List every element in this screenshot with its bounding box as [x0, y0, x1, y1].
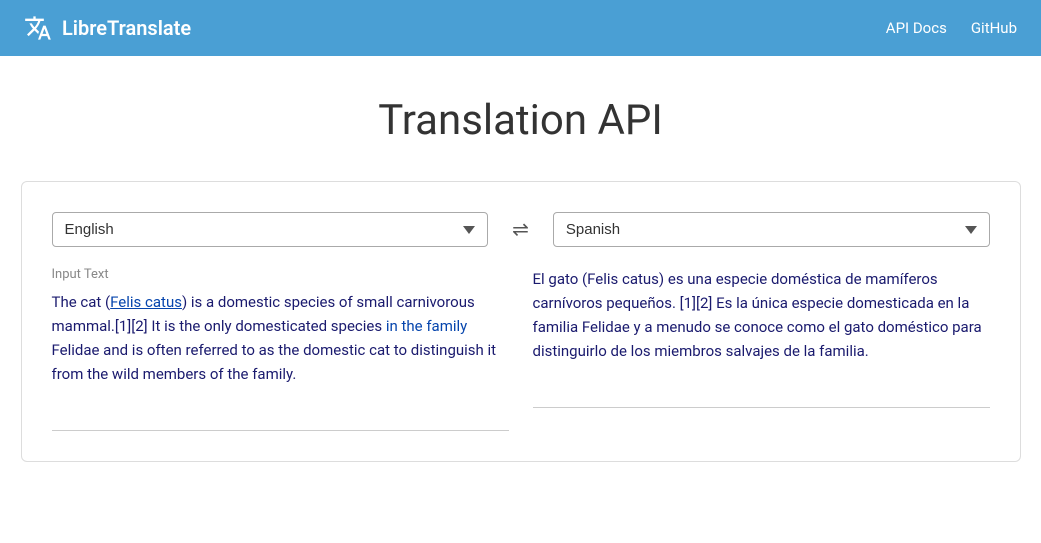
- target-lang-select[interactable]: Spanish English French German Italian Po…: [553, 212, 990, 247]
- swap-icon: ⇌: [512, 219, 529, 241]
- api-docs-link[interactable]: API Docs: [886, 19, 947, 37]
- app-header: LibreTranslate API Docs GitHub: [0, 0, 1041, 56]
- panels-row: Input Text The cat (Felis catus) is a do…: [52, 267, 990, 431]
- in-family-span: in the family: [386, 317, 467, 335]
- source-lang-select[interactable]: English Spanish French German Italian Po…: [52, 212, 489, 247]
- language-selector-row: English Spanish French German Italian Po…: [52, 212, 990, 247]
- target-panel: El gato (Felis catus) es una especie dom…: [533, 267, 990, 431]
- main-content: Translation API English Spanish French G…: [0, 56, 1041, 522]
- translate-icon: [24, 14, 52, 42]
- source-divider: [52, 430, 509, 431]
- source-lang-wrap: English Spanish French German Italian Po…: [52, 212, 489, 247]
- page-title: Translation API: [378, 96, 663, 145]
- target-divider: [533, 407, 990, 408]
- felis-catus-link[interactable]: Felis catus: [110, 293, 182, 311]
- brand-name: LibreTranslate: [62, 16, 191, 40]
- brand: LibreTranslate: [24, 14, 191, 42]
- swap-languages-button[interactable]: ⇌: [504, 213, 537, 246]
- input-label: Input Text: [52, 267, 509, 282]
- translated-text: El gato (Felis catus) es una especie dom…: [533, 267, 990, 387]
- github-link[interactable]: GitHub: [971, 19, 1017, 37]
- target-lang-wrap: Spanish English French German Italian Po…: [553, 212, 990, 247]
- header-nav: API Docs GitHub: [886, 19, 1017, 37]
- source-text[interactable]: The cat (Felis catus) is a domestic spec…: [52, 290, 509, 410]
- source-panel: Input Text The cat (Felis catus) is a do…: [52, 267, 509, 431]
- translation-card: English Spanish French German Italian Po…: [21, 181, 1021, 462]
